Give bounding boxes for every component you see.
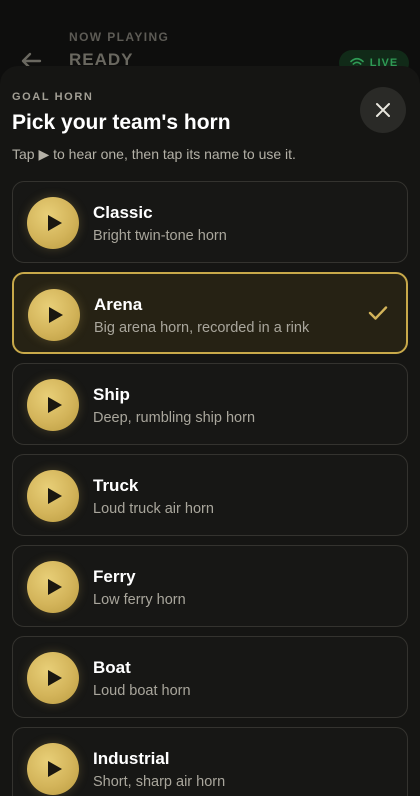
- play-icon: [47, 488, 62, 504]
- play-icon: [47, 579, 62, 595]
- horn-description: Low ferry horn: [93, 592, 186, 608]
- horn-option-arena[interactable]: Arena Big arena horn, recorded in a rink: [12, 272, 408, 354]
- horn-picker-sheet: GOAL HORN Pick your team's horn Tap ▶ to…: [0, 66, 420, 796]
- play-button[interactable]: [28, 289, 80, 341]
- horn-name[interactable]: Classic: [93, 203, 153, 223]
- sheet-hint: Tap ▶ to hear one, then tap its name to …: [12, 146, 296, 162]
- now-playing-label: NOW PLAYING: [69, 30, 170, 44]
- play-button[interactable]: [27, 379, 79, 431]
- horn-name[interactable]: Ferry: [93, 567, 136, 587]
- horn-description: Loud boat horn: [93, 683, 191, 699]
- horn-name[interactable]: Industrial: [93, 749, 170, 769]
- horn-list: Classic Bright twin-tone horn Arena Big …: [12, 181, 408, 796]
- horn-option-truck[interactable]: Truck Loud truck air horn: [12, 454, 408, 536]
- play-icon: [48, 307, 63, 323]
- horn-name[interactable]: Truck: [93, 476, 138, 496]
- play-button[interactable]: [27, 470, 79, 522]
- check-icon: [368, 306, 388, 320]
- play-icon: [47, 761, 62, 777]
- close-icon: [376, 103, 390, 117]
- horn-description: Short, sharp air horn: [93, 774, 226, 790]
- horn-description: Loud truck air horn: [93, 501, 214, 517]
- play-button[interactable]: [27, 197, 79, 249]
- horn-name[interactable]: Boat: [93, 658, 131, 678]
- horn-option-ship[interactable]: Ship Deep, rumbling ship horn: [12, 363, 408, 445]
- horn-option-ferry[interactable]: Ferry Low ferry horn: [12, 545, 408, 627]
- horn-option-classic[interactable]: Classic Bright twin-tone horn: [12, 181, 408, 263]
- horn-description: Bright twin-tone horn: [93, 228, 227, 244]
- sheet-title: Pick your team's horn: [12, 111, 231, 134]
- horn-description: Big arena horn, recorded in a rink: [94, 320, 310, 336]
- horn-name[interactable]: Ship: [93, 385, 130, 405]
- horn-option-industrial[interactable]: Industrial Short, sharp air horn: [12, 727, 408, 796]
- play-icon: [47, 397, 62, 413]
- horn-description: Deep, rumbling ship horn: [93, 410, 256, 426]
- close-button[interactable]: [360, 87, 406, 133]
- sheet-eyebrow: GOAL HORN: [12, 91, 94, 103]
- play-button[interactable]: [27, 652, 79, 704]
- play-icon: [47, 215, 62, 231]
- play-button[interactable]: [27, 743, 79, 795]
- horn-name[interactable]: Arena: [94, 295, 142, 315]
- play-icon: [47, 670, 62, 686]
- horn-option-boat[interactable]: Boat Loud boat horn: [12, 636, 408, 718]
- play-button[interactable]: [27, 561, 79, 613]
